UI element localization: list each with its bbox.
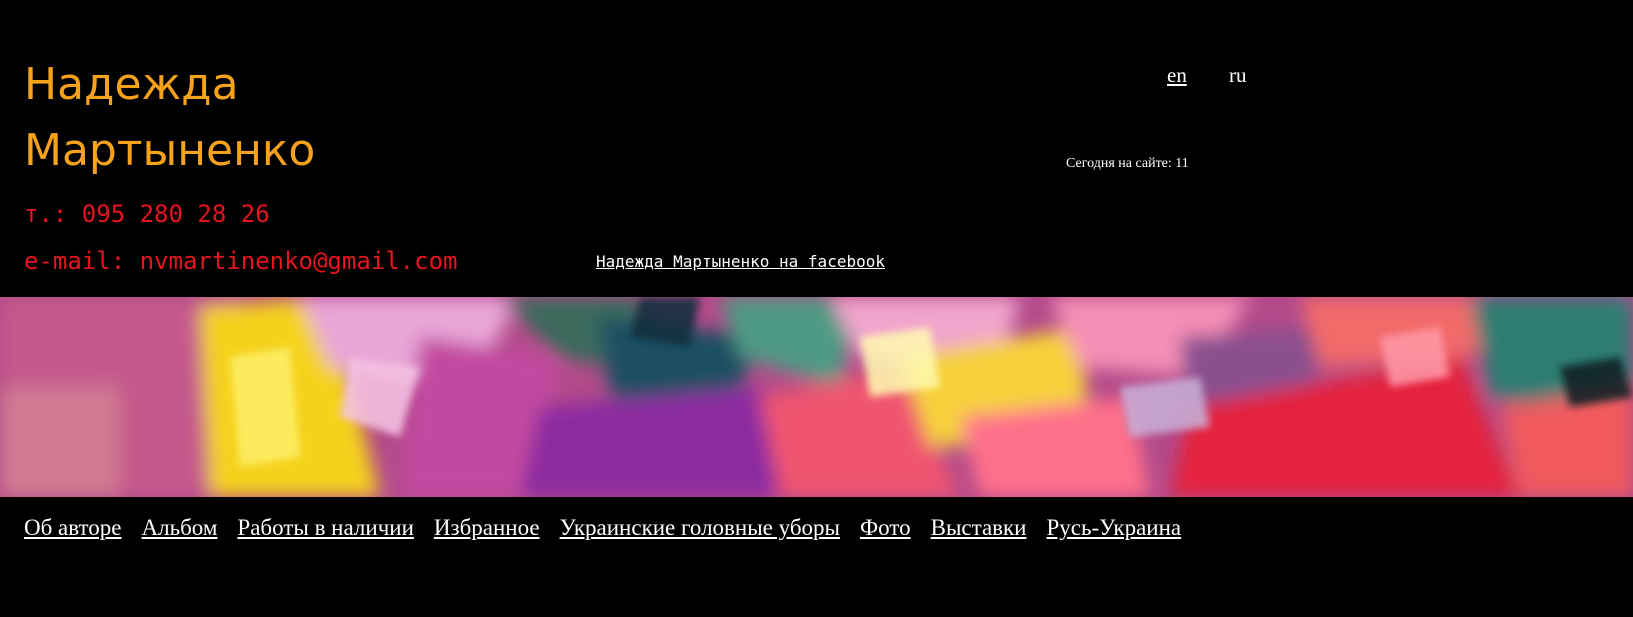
language-ru-current[interactable]: ru <box>1229 63 1247 88</box>
main-navigation: Об авторе Альбом Работы в наличии Избран… <box>24 515 1181 541</box>
artist-name: Надежда Мартыненко <box>24 52 315 184</box>
visitor-counter: Сегодня на сайте: 11 <box>1066 156 1189 171</box>
page: Надежда Мартыненко т.: 095 280 28 26 e-m… <box>0 0 1633 617</box>
nav-favorites[interactable]: Избранное <box>434 515 540 541</box>
nav-ukrainian-headdresses[interactable]: Украинские головные уборы <box>560 515 840 541</box>
phone-number: т.: 095 280 28 26 <box>24 200 270 228</box>
nav-works-available[interactable]: Работы в наличии <box>237 515 413 541</box>
nav-photo[interactable]: Фото <box>860 515 911 541</box>
artist-name-line1: Надежда <box>24 59 239 110</box>
language-en-link[interactable]: en <box>1167 63 1187 88</box>
facebook-link[interactable]: Надежда Мартыненко на facebook <box>596 252 885 271</box>
nav-exhibitions[interactable]: Выставки <box>931 515 1027 541</box>
nav-rus-ukraine[interactable]: Русь-Украина <box>1047 515 1182 541</box>
nav-about-author[interactable]: Об авторе <box>24 515 122 541</box>
painting-banner <box>0 297 1633 497</box>
nav-album[interactable]: Альбом <box>142 515 218 541</box>
email-address: e-mail: nvmartinenko@gmail.com <box>24 247 458 275</box>
artist-name-line2: Мартыненко <box>24 125 316 176</box>
